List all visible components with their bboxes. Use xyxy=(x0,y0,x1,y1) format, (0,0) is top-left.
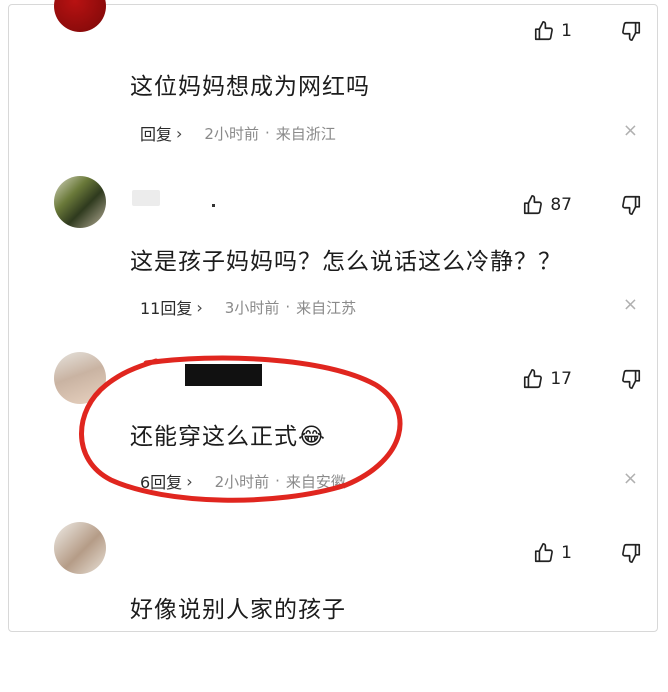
reply-label: 6回复 xyxy=(140,473,183,492)
comment-time: 2小时前 xyxy=(204,124,259,143)
comment-item: 1 这位妈妈想成为网红吗 回复 › 2小时前 · 来自浙江 × xyxy=(0,0,668,170)
thumbs-down-icon xyxy=(620,542,642,564)
close-icon[interactable]: × xyxy=(623,120,638,141)
comment-text: 这是孩子妈妈吗？怎么说话这么冷静？？ xyxy=(130,249,562,275)
dislike-button[interactable] xyxy=(620,20,642,42)
username-redacted xyxy=(132,190,160,206)
username-fragment xyxy=(212,204,215,207)
username-redacted xyxy=(185,364,262,386)
chevron-right-icon: › xyxy=(196,297,203,317)
thumbs-up-icon xyxy=(533,20,555,42)
meta-separator: · xyxy=(264,124,270,142)
comment-location: 来自安徽 xyxy=(285,472,346,491)
meta-separator: · xyxy=(275,472,280,490)
comment-item: 1 好像说别人家的孩子 xyxy=(0,522,668,692)
close-icon[interactable]: × xyxy=(623,294,638,315)
comment-item: 17 还能穿这么正式😂 6回复 › 2小时前 · 来自安徽 × xyxy=(0,352,668,522)
reply-button[interactable]: 6回复 › xyxy=(140,469,193,493)
thumbs-up-icon xyxy=(522,194,544,216)
comment-text: 好像说别人家的孩子 xyxy=(130,597,346,623)
dislike-button[interactable] xyxy=(620,194,642,216)
comment-text: 这位妈妈想成为网红吗 xyxy=(130,74,370,100)
reply-label: 11回复 xyxy=(140,299,193,318)
avatar[interactable] xyxy=(54,522,106,574)
comment-time: 3小时前 xyxy=(224,298,280,317)
avatar[interactable] xyxy=(54,352,106,404)
comment-meta: 11回复 › 3小时前 · 来自江苏 xyxy=(140,295,356,319)
thumbs-down-icon xyxy=(620,368,642,390)
comment-location: 来自浙江 xyxy=(275,124,336,143)
laughing-crying-emoji-icon: 😂 xyxy=(298,424,326,450)
thumbs-up-icon xyxy=(522,368,544,390)
thumbs-up-icon xyxy=(533,542,555,564)
like-button[interactable]: 87 xyxy=(522,194,572,216)
reply-button[interactable]: 11回复 › xyxy=(140,295,203,319)
avatar[interactable] xyxy=(54,0,106,32)
like-count: 87 xyxy=(550,195,572,215)
dislike-button[interactable] xyxy=(620,368,642,390)
comment-text: 还能穿这么正式😂 xyxy=(130,417,326,451)
thumbs-down-icon xyxy=(620,20,642,42)
like-button[interactable]: 1 xyxy=(533,20,572,42)
like-button[interactable]: 1 xyxy=(533,542,572,564)
dislike-button[interactable] xyxy=(620,542,642,564)
comment-item: 87 这是孩子妈妈吗？怎么说话这么冷静？？ 11回复 › 3小时前 · 来自江苏… xyxy=(0,176,668,346)
like-count: 1 xyxy=(561,21,572,41)
like-count: 17 xyxy=(550,369,572,389)
comment-location: 来自江苏 xyxy=(296,298,357,317)
comment-meta: 回复 › 2小时前 · 来自浙江 xyxy=(140,121,336,145)
meta-separator: · xyxy=(285,298,291,316)
chevron-right-icon: › xyxy=(176,123,183,143)
like-button[interactable]: 17 xyxy=(522,368,572,390)
comment-meta: 6回复 › 2小时前 · 来自安徽 xyxy=(140,469,346,493)
chevron-right-icon: › xyxy=(186,471,193,491)
reply-label: 回复 xyxy=(140,125,173,144)
like-count: 1 xyxy=(561,543,572,563)
avatar[interactable] xyxy=(54,176,106,228)
comment-text-body: 还能穿这么正式 xyxy=(130,424,298,450)
comment-time: 2小时前 xyxy=(214,472,270,491)
close-icon[interactable]: × xyxy=(623,468,638,489)
reply-button[interactable]: 回复 › xyxy=(140,121,182,145)
thumbs-down-icon xyxy=(620,194,642,216)
